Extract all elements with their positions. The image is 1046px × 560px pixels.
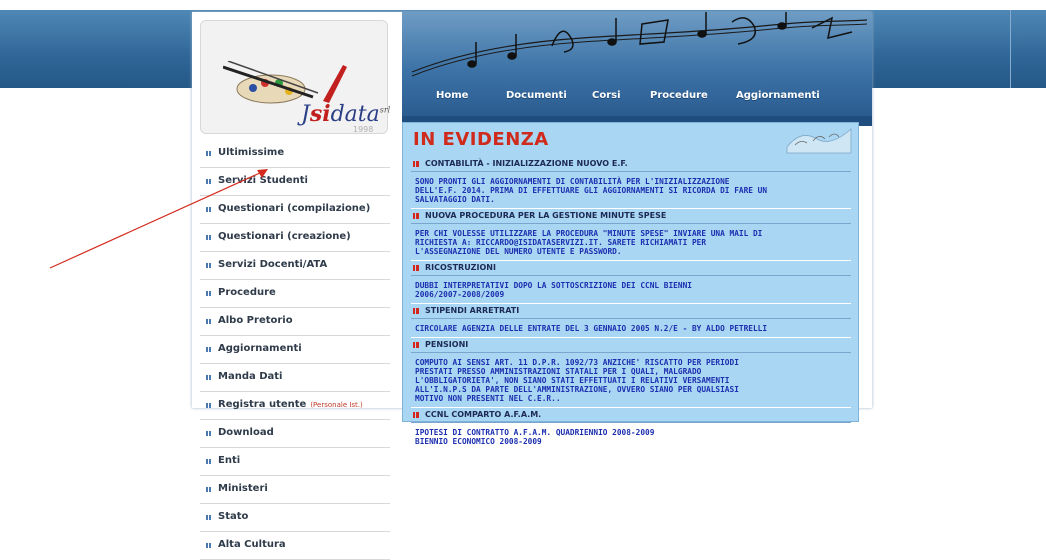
sidebar-item-label: Enti <box>218 455 241 466</box>
music-notes-decoration <box>411 12 868 77</box>
red-bullet-icon <box>413 265 419 271</box>
sidebar-item-label: Aggiornamenti <box>218 343 302 354</box>
news-body[interactable]: PER CHI VOLESSE UTILIZZARE LA PROCEDURA … <box>411 224 851 261</box>
sidebar-item-label: Procedure <box>218 287 276 298</box>
red-bullet-icon <box>413 412 419 418</box>
news-heading-text: STIPENDI ARRETRATI <box>425 306 520 315</box>
news-body[interactable]: COMPUTO AI SENSI ART. 11 D.P.R. 1092/73 … <box>411 353 851 408</box>
bullet-icon <box>206 347 211 352</box>
bullet-icon <box>206 543 211 548</box>
main-nav: Home Documenti Corsi Procedure Aggiornam… <box>402 80 872 116</box>
sidebar-item-registra-utente[interactable]: Registra utente (Personale Ist.) <box>200 392 390 420</box>
sidebar-item-questionari-compilazione[interactable]: Questionari (compilazione) <box>200 196 390 224</box>
news-body[interactable]: IPOTESI DI CONTRATTO A.F.A.M. QUADRIENNI… <box>411 423 851 451</box>
news-list: CONTABILITÀ - INIZIALIZZAZIONE NUOVO E.F… <box>411 157 851 451</box>
bullet-icon <box>206 151 211 156</box>
site-logo[interactable]: Jsidatasrl 1998 <box>200 20 391 134</box>
sidebar-item-procedure[interactable]: Procedure <box>200 280 390 308</box>
news-heading[interactable]: PENSIONI <box>411 338 851 353</box>
red-bullet-icon <box>413 161 419 167</box>
bullet-icon <box>206 179 211 184</box>
sidebar-item-label: Servizi Docenti/ATA <box>218 259 328 270</box>
news-heading[interactable]: CCNL COMPARTO A.F.A.M. <box>411 408 851 423</box>
sidebar-item-label: Alta Cultura <box>218 539 286 550</box>
red-bullet-icon <box>413 308 419 314</box>
nav-documenti[interactable]: Documenti <box>506 90 567 101</box>
nav-aggiornamenti[interactable]: Aggiornamenti <box>736 90 820 101</box>
sidebar-item-label: Manda Dati <box>218 371 283 382</box>
sidebar-item-enti[interactable]: Enti <box>200 448 390 476</box>
nav-procedure[interactable]: Procedure <box>650 90 708 101</box>
news-body[interactable]: SONO PRONTI GLI AGGIORNAMENTI DI CONTABI… <box>411 172 851 209</box>
logo-wordmark: Jsidatasrl <box>301 101 391 127</box>
sidebar-item-servizi-docenti[interactable]: Servizi Docenti/ATA <box>200 252 390 280</box>
sidebar-item-label: Questionari (compilazione) <box>218 203 371 214</box>
bullet-icon <box>206 235 211 240</box>
sidebar-item-label: Servizi Studenti <box>218 175 308 186</box>
news-heading[interactable]: STIPENDI ARRETRATI <box>411 304 851 319</box>
page-shell: Jsidatasrl 1998 Home Documenti Corsi Pro… <box>192 12 872 560</box>
bullet-icon <box>206 459 211 464</box>
sidebar-item-questionari-creazione[interactable]: Questionari (creazione) <box>200 224 390 252</box>
sidebar-item-label: Questionari (creazione) <box>218 231 351 242</box>
news-heading-text: CCNL COMPARTO A.F.A.M. <box>425 410 542 419</box>
sidebar-item-download[interactable]: Download <box>200 420 390 448</box>
sidebar-item-label: Registra utente <box>218 399 307 410</box>
nav-corsi[interactable]: Corsi <box>592 90 621 101</box>
page-curl-decoration <box>786 128 852 154</box>
bullet-icon <box>206 403 211 408</box>
sidebar-item-servizi-studenti[interactable]: Servizi Studenti <box>200 168 390 196</box>
logo-year: 1998 <box>353 125 374 134</box>
top-band-divider <box>1010 10 1011 88</box>
bullet-icon <box>206 375 211 380</box>
site-header: Jsidatasrl 1998 Home Documenti Corsi Pro… <box>192 12 872 140</box>
nav-home[interactable]: Home <box>436 90 468 101</box>
sidebar-item-manda-dati[interactable]: Manda Dati <box>200 364 390 392</box>
bullet-icon <box>206 487 211 492</box>
sidebar-item-label: Albo Pretorio <box>218 315 293 326</box>
bullet-icon <box>206 319 211 324</box>
in-evidenza-panel: IN EVIDENZA CONTABILITÀ - INIZIALIZZAZIO… <box>402 122 859 451</box>
red-bullet-icon <box>413 213 419 219</box>
sidebar-item-stato[interactable]: Stato <box>200 504 390 532</box>
news-heading-text: RICOSTRUZIONI <box>425 263 496 272</box>
news-heading-text: NUOVA PROCEDURA PER LA GESTIONE MINUTE S… <box>425 211 667 220</box>
news-heading[interactable]: RICOSTRUZIONI <box>411 261 851 276</box>
sidebar-item-label: Download <box>218 427 274 438</box>
bullet-icon <box>206 515 211 520</box>
red-bullet-icon <box>413 342 419 348</box>
panel-title: IN EVIDENZA <box>413 129 549 150</box>
news-heading[interactable]: CONTABILITÀ - INIZIALIZZAZIONE NUOVO E.F… <box>411 157 851 172</box>
sidebar-item-alta-cultura[interactable]: Alta Cultura <box>200 532 390 560</box>
sidebar-item-ultimissime[interactable]: Ultimissime <box>200 140 390 168</box>
bullet-icon <box>206 263 211 268</box>
sidebar-item-albo-pretorio[interactable]: Albo Pretorio <box>200 308 390 336</box>
sidebar-item-label: Ministeri <box>218 483 268 494</box>
sidebar-item-label: Ultimissime <box>218 147 285 158</box>
bullet-icon <box>206 431 211 436</box>
bullet-icon <box>206 291 211 296</box>
news-heading[interactable]: NUOVA PROCEDURA PER LA GESTIONE MINUTE S… <box>411 209 851 224</box>
news-body[interactable]: CIRCOLARE AGENZIA DELLE ENTRATE DEL 3 GE… <box>411 319 851 338</box>
news-body[interactable]: DUBBI INTERPRETATIVI DOPO LA SOTTOSCRIZI… <box>411 276 851 304</box>
sidebar-menu: Ultimissime Servizi Studenti Questionari… <box>200 140 390 560</box>
news-heading-text: PENSIONI <box>425 340 469 349</box>
news-heading-text: CONTABILITÀ - INIZIALIZZAZIONE NUOVO E.F… <box>425 159 628 168</box>
sidebar-item-ministeri[interactable]: Ministeri <box>200 476 390 504</box>
sidebar-item-aggiornamenti[interactable]: Aggiornamenti <box>200 336 390 364</box>
sidebar-item-label: Stato <box>218 511 249 522</box>
bullet-icon <box>206 207 211 212</box>
